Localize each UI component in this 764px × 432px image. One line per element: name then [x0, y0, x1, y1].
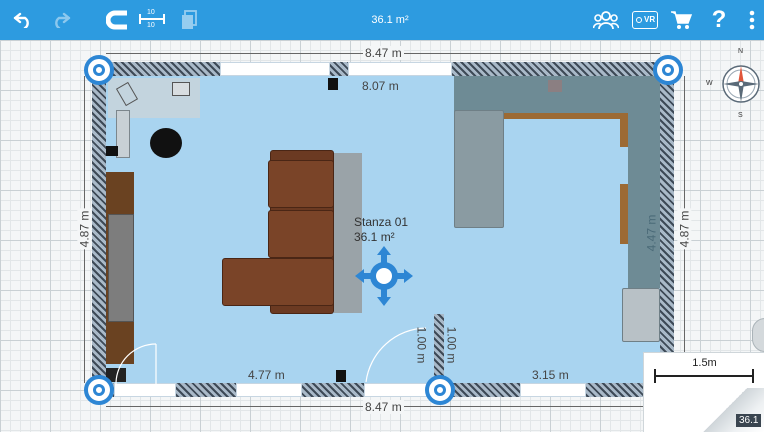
grid-snap-bottom: 10 [147, 22, 155, 29]
dim-bottom-seg-left: 4.77 m [248, 368, 285, 382]
dim-right: 4.87 m [677, 208, 692, 250]
undo-icon [13, 12, 29, 28]
compass-south: S [738, 112, 743, 119]
dim-bottom-seg-right: 3.15 m [532, 368, 569, 382]
scale-label: 1.5m [692, 357, 717, 369]
vr-icon: VR [632, 11, 658, 29]
help-button[interactable]: ? [706, 0, 732, 40]
kitchen-counter-right[interactable] [628, 76, 660, 288]
room-name: Stanza 01 [354, 215, 409, 229]
redo-icon [55, 12, 71, 28]
compass-west: W [706, 80, 713, 87]
corner-handle-top-right[interactable] [653, 55, 683, 85]
tv-unit [108, 214, 134, 322]
compass-north: N [738, 48, 744, 55]
redo-button[interactable] [46, 0, 78, 40]
corner-handle-top-left[interactable] [84, 55, 114, 85]
room-label[interactable]: Stanza 01 36.1 m² [354, 215, 408, 245]
undo-button[interactable] [6, 0, 38, 40]
room-area: 36.1 m² [354, 230, 395, 244]
corner-handle-bottom-left[interactable] [84, 375, 114, 405]
corner-area-label: 36.1 [736, 414, 762, 427]
sofa-cushion-1 [268, 160, 334, 208]
kitchen-island[interactable] [454, 110, 504, 228]
wall-left[interactable] [92, 62, 106, 397]
corner-handle-bottom-center[interactable] [425, 375, 455, 405]
magnet-icon [106, 10, 127, 30]
door-swing-arcs [115, 343, 157, 385]
compass-icon [722, 65, 760, 103]
community-button[interactable] [590, 0, 622, 40]
monitor [172, 82, 190, 96]
office-chair[interactable] [150, 128, 182, 158]
dim-top-inner: 8.07 m [362, 79, 399, 93]
window-top-left[interactable] [220, 62, 330, 76]
grid-snap-button[interactable]: 10 10 [138, 0, 166, 40]
top-toolbar: 10 10 36.1 m² VR ? [0, 0, 764, 40]
scale-bar [654, 375, 754, 377]
community-icon [593, 11, 619, 30]
compass[interactable]: N S W [706, 48, 764, 120]
cart-icon [671, 11, 692, 29]
grid-snap-top: 10 [147, 9, 155, 16]
sink[interactable] [548, 80, 562, 92]
wall-right[interactable] [660, 62, 674, 397]
sofa-cushion-2 [268, 210, 334, 258]
more-icon [749, 10, 755, 30]
cart-button[interactable] [668, 0, 694, 40]
kitchen-edge-right-2 [620, 184, 628, 244]
vr-label: VR [644, 15, 656, 24]
layers-button[interactable] [178, 0, 200, 40]
vr-button[interactable]: VR [630, 0, 660, 40]
help-icon: ? [711, 6, 727, 33]
fridge[interactable] [622, 288, 660, 342]
speaker-top [328, 78, 338, 90]
move-handle-icon[interactable] [355, 246, 413, 306]
area-label: 36.1 m² [371, 14, 409, 26]
layers-icon [182, 10, 197, 29]
sofa-chaise[interactable] [222, 258, 334, 306]
dim-door-left: 1.00 m [414, 326, 429, 364]
dim-left: 4.87 m [77, 208, 92, 250]
side-panel-tab[interactable] [752, 318, 764, 352]
dim-kitchen-inner: 4.47 m [644, 214, 659, 252]
scale-tick-end [752, 369, 754, 383]
kitchen-edge-top [504, 113, 628, 119]
kitchen-edge-right [620, 113, 628, 147]
window-top-right[interactable] [348, 62, 452, 76]
side-shelf [116, 110, 130, 158]
grid-snap-icon: 10 10 [139, 9, 165, 31]
dim-door-right: 1.00 m [444, 326, 459, 364]
dim-bottom-outer: 8.47 m [363, 400, 404, 414]
more-button[interactable] [742, 0, 762, 40]
magnet-button[interactable] [104, 0, 130, 40]
speaker-left [106, 146, 118, 156]
window-bottom-right[interactable] [520, 383, 586, 397]
dim-top-outer: 8.47 m [363, 46, 404, 60]
scale-tick-start [654, 369, 656, 383]
